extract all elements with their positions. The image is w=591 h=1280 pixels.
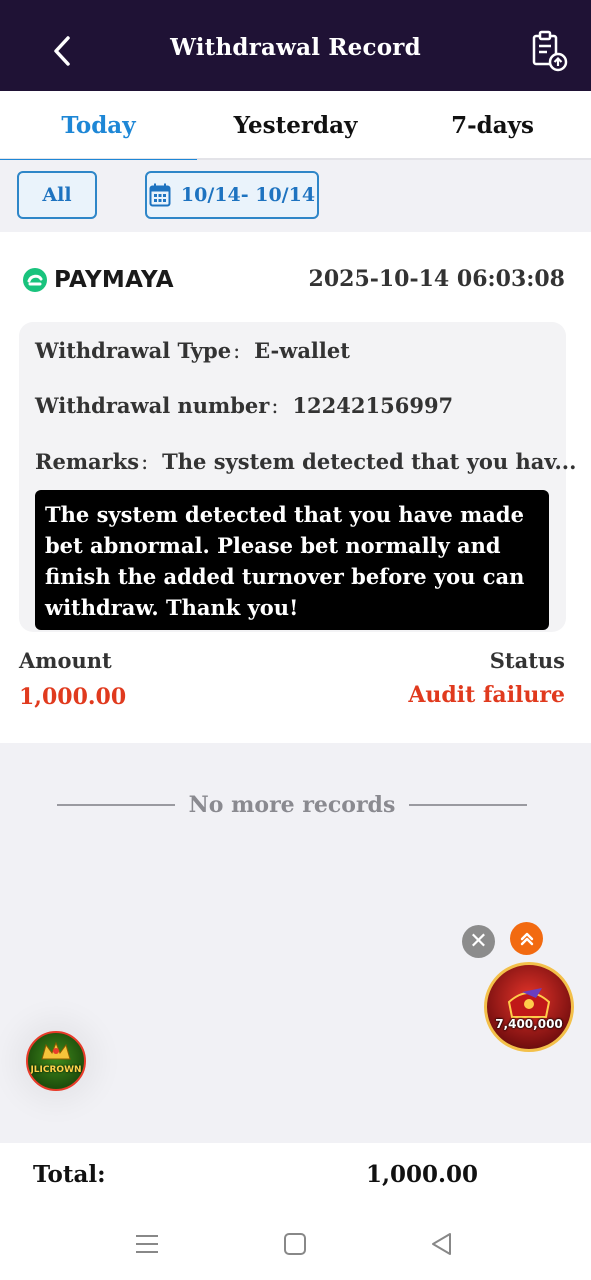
remarks-label: Remarks (35, 449, 140, 474)
clipboard-upload-icon[interactable] (529, 30, 569, 72)
status-bar (0, 0, 591, 12)
home-icon[interactable] (282, 1231, 308, 1257)
remarks-tooltip: The system detected that you have made b… (35, 490, 549, 630)
status-value: Audit failure (408, 682, 565, 708)
separator: : (271, 394, 279, 418)
total-value: 1,000.00 (366, 1161, 479, 1188)
back-icon[interactable] (429, 1231, 455, 1257)
withdrawal-number-label: Withdrawal number (35, 393, 270, 418)
withdrawal-number-value: 12242156997 (292, 393, 454, 418)
crown-icon (41, 1041, 71, 1060)
date-range-button[interactable]: 10/14- 10/14 (145, 171, 319, 219)
jilicrown-badge[interactable]: JLICROWN (26, 1031, 86, 1091)
tab-yesterday[interactable]: Yesterday (197, 91, 394, 160)
amount-label: Amount (19, 648, 112, 673)
remarks-value: The system detected that you hav... (162, 449, 577, 474)
tab-7-days[interactable]: 7-days (394, 91, 591, 160)
divider (57, 804, 175, 806)
menu-icon[interactable] (134, 1231, 160, 1257)
tab-today[interactable]: Today (0, 91, 197, 162)
filter-all-button[interactable]: All (17, 171, 97, 219)
badge-label: JLICROWN (30, 1065, 82, 1075)
calendar-icon (149, 183, 171, 207)
withdrawal-type-label: Withdrawal Type (35, 338, 232, 363)
separator: : (233, 339, 241, 363)
date-range-label: 10/14- 10/14 (180, 184, 316, 206)
close-icon[interactable]: ✕ (462, 925, 495, 958)
withdrawal-number-row: Withdrawal number: 12242156997 (35, 393, 453, 418)
withdrawal-record-card[interactable]: PAYMAYA 2025-10-14 06:03:08 Withdrawal T… (0, 232, 591, 743)
no-more-records-text: No more records (188, 792, 396, 818)
app-header: Withdrawal Record (0, 12, 591, 91)
promo-floating-button[interactable]: 7,400,000 (484, 962, 574, 1052)
end-of-list: No more records (57, 788, 528, 822)
date-tabs: Today Yesterday 7-days (0, 91, 591, 162)
status-label: Status (489, 648, 565, 673)
record-datetime: 2025-10-14 06:03:08 (308, 266, 565, 292)
divider (409, 804, 528, 806)
withdrawal-type-value: E-wallet (254, 338, 350, 363)
page-title: Withdrawal Record (170, 34, 421, 61)
withdrawal-type-row: Withdrawal Type: E-wallet (35, 338, 350, 363)
separator: : (141, 450, 149, 474)
record-details: Withdrawal Type: E-wallet Withdrawal numb… (19, 322, 576, 632)
total-label: Total: (33, 1161, 106, 1188)
total-bar: Total: 1,000.00 (0, 1143, 591, 1213)
paymaya-logo-icon (23, 268, 47, 292)
promo-amount: 7,400,000 (495, 1017, 563, 1031)
filter-bar: All 10/14- 10/14 (0, 160, 591, 232)
remarks-row[interactable]: Remarks: The system detected that you hav… (35, 449, 576, 474)
provider-brand: PAYMAYA (22, 265, 174, 295)
system-nav-bar (0, 1213, 591, 1280)
provider-name: PAYMAYA (54, 267, 174, 293)
amount-value: 1,000.00 (19, 684, 127, 710)
double-chevron-up-icon[interactable] (510, 922, 543, 955)
treasure-icon (507, 988, 551, 1018)
